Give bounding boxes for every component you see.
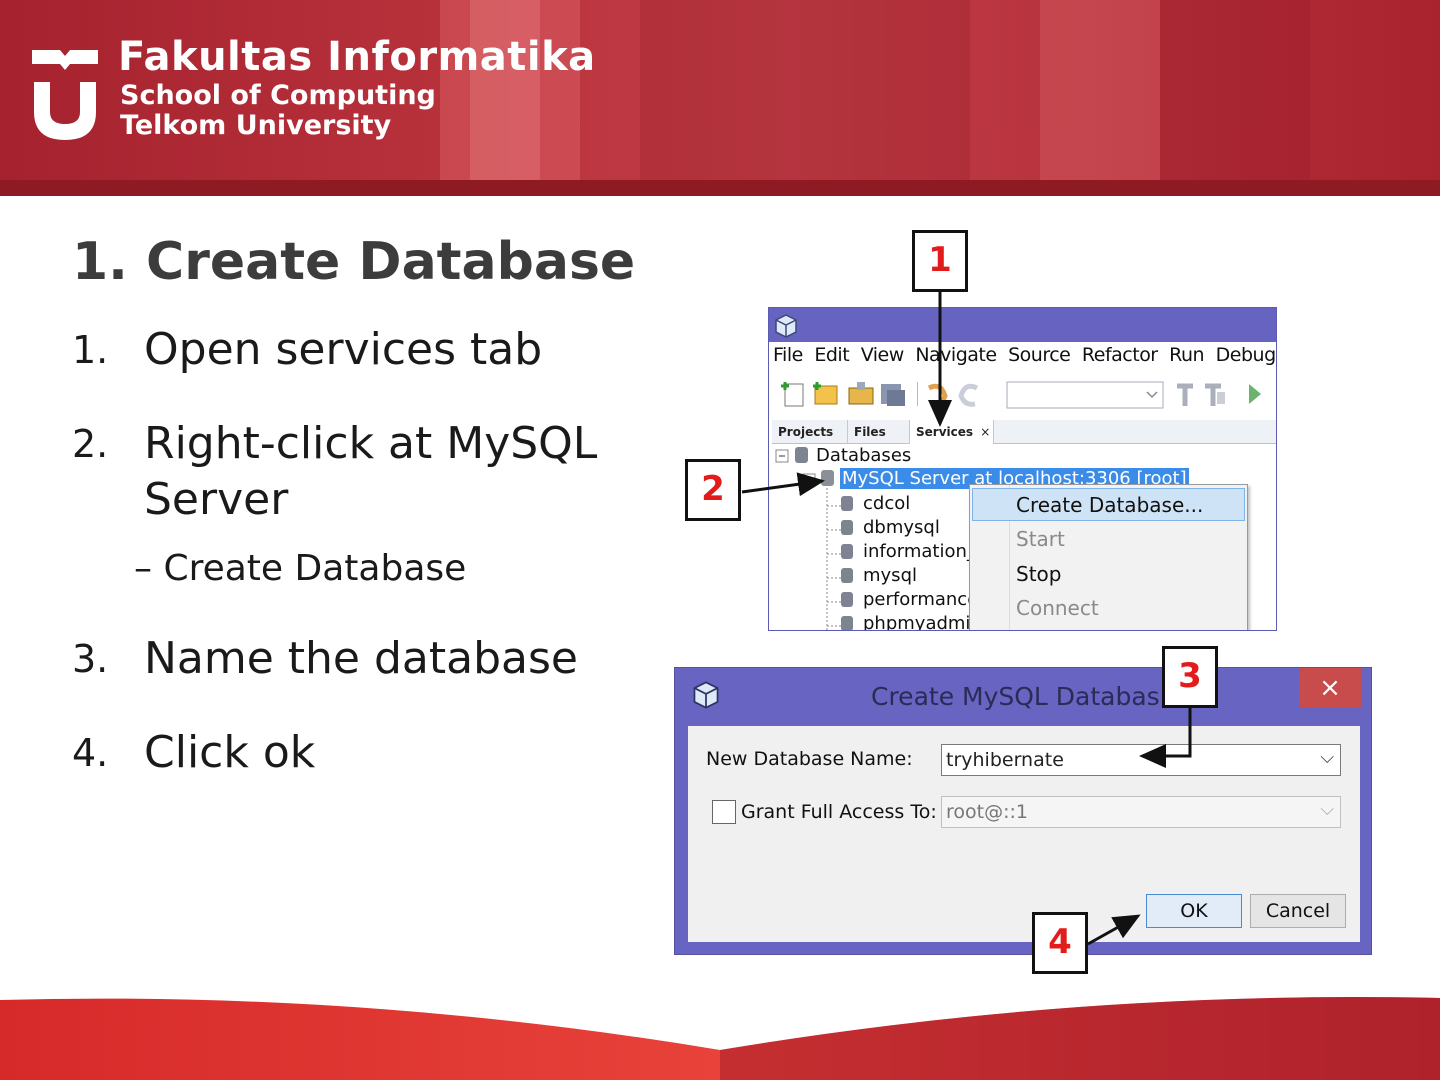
footer-decoration xyxy=(0,997,1440,1080)
arrow-3 xyxy=(1139,708,1192,768)
callout-1: 1 xyxy=(912,230,968,292)
callout-4: 4 xyxy=(1032,912,1088,974)
annotation-arrows xyxy=(741,292,1192,946)
callout-2: 2 xyxy=(685,459,741,521)
callout-3: 3 xyxy=(1162,646,1218,708)
arrow-4 xyxy=(1087,914,1141,946)
arrow-2 xyxy=(741,472,825,497)
